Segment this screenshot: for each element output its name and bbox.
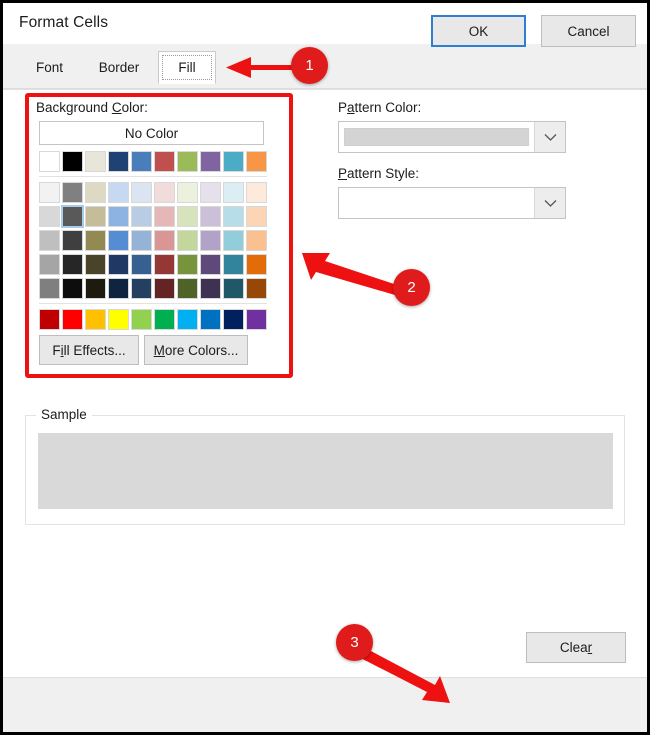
tab-fill[interactable]: Fill: [158, 51, 216, 84]
pattern-style-accel: P: [338, 166, 348, 181]
chevron-down-icon[interactable]: [534, 188, 565, 218]
tab-border-label: Border: [98, 60, 140, 75]
clear-button[interactable]: Clea r: [526, 632, 626, 663]
pattern-color-swatch: [344, 128, 529, 146]
pattern-color-label: Pattern Color:: [338, 100, 422, 115]
annotation-badge-3-number: 3: [350, 634, 359, 651]
pattern-color-value: [339, 122, 534, 152]
cancel-button[interactable]: Cancel: [541, 15, 636, 47]
annotation-highlight-background-group: [25, 93, 293, 378]
annotation-badge-3: 3: [336, 624, 373, 661]
pattern-color-accel: a: [347, 100, 355, 115]
annotation-badge-1-number: 1: [305, 57, 314, 74]
tab-border[interactable]: Border: [83, 51, 155, 84]
pattern-style-dropdown[interactable]: [338, 187, 566, 219]
page-title: Format Cells: [19, 14, 109, 31]
sample-preview: [38, 433, 613, 509]
format-cells-dialog: Format Cells ? Font Border Fill Backgrou…: [0, 0, 650, 735]
sample-label: Sample: [36, 407, 92, 422]
ok-label: OK: [468, 23, 489, 39]
dialog-footer: [3, 677, 647, 732]
annotation-badge-2: 2: [393, 269, 430, 306]
tab-fill-label: Fill: [178, 60, 196, 75]
tab-font[interactable]: Font: [19, 51, 80, 84]
annotation-badge-2-number: 2: [407, 279, 416, 296]
pattern-style-label: Pattern Style:: [338, 166, 420, 181]
tab-font-label: Font: [35, 60, 63, 75]
pattern-color-dropdown[interactable]: [338, 121, 566, 153]
cancel-label: Cancel: [567, 23, 610, 39]
chevron-down-icon[interactable]: [534, 122, 565, 152]
ok-button[interactable]: OK: [431, 15, 526, 47]
pattern-style-value: [339, 188, 534, 218]
annotation-badge-1: 1: [291, 47, 328, 84]
